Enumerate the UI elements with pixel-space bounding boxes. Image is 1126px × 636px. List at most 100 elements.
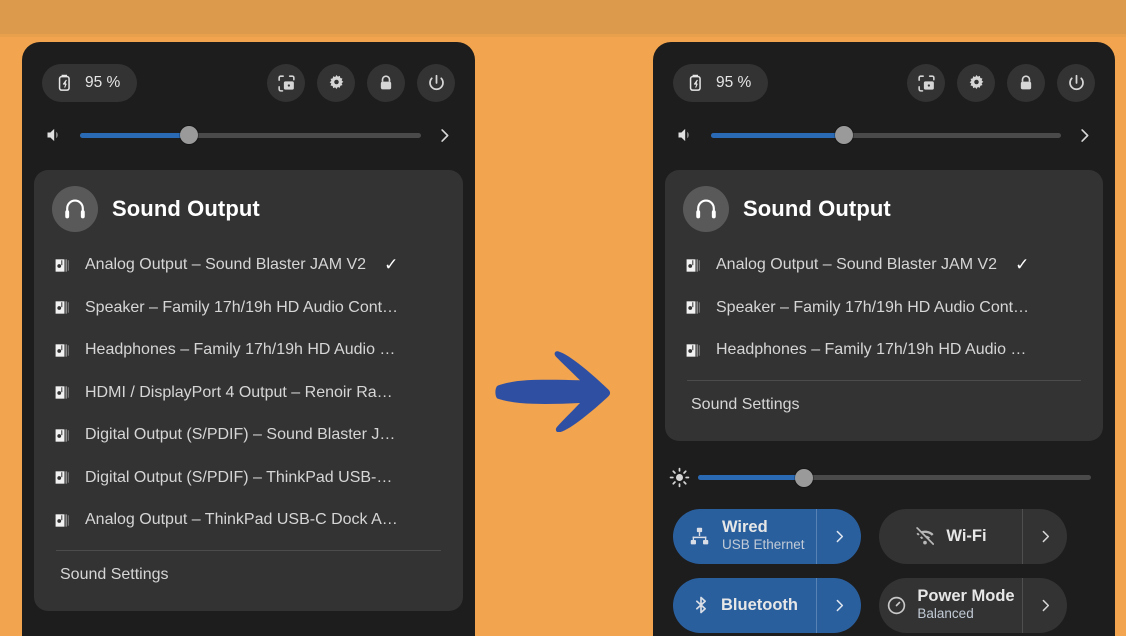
annotation-arrow (492, 340, 640, 433)
panel-header: 95 % (653, 42, 1115, 102)
screenshot-button[interactable] (267, 64, 305, 102)
system-top-bar (0, 0, 1126, 34)
tile-expand-button[interactable] (1022, 577, 1067, 633)
audio-port-icon (54, 256, 73, 275)
battery-percent-label: 95 % (716, 74, 752, 91)
tile-wired[interactable]: Wired USB Ethernet (673, 508, 861, 564)
panel-header-buttons (907, 64, 1095, 102)
quick-settings-panel-before: 95 % Sound Output Analog Output – Sound … (22, 42, 475, 636)
audio-port-icon (54, 511, 73, 530)
tile-text: Wi-Fi (946, 527, 986, 546)
tile-bluetooth[interactable]: Bluetooth (673, 577, 861, 633)
option-label: Analog Output – Sound Blaster JAM V2 (85, 256, 367, 274)
quick-settings-panel-after: 95 % Sound Output Analog Output – Sound … (653, 42, 1115, 636)
chevron-right-icon (831, 597, 848, 614)
sound-output-header: Sound Output (38, 186, 459, 232)
volume-slider[interactable] (711, 126, 1061, 144)
brightness-slider[interactable] (698, 468, 1091, 487)
volume-slider-knob[interactable] (180, 126, 199, 144)
tile-wifi[interactable]: Wi-Fi (879, 508, 1067, 564)
brightness-slider-knob[interactable] (795, 468, 814, 487)
list-item[interactable]: Analog Output – Sound Blaster JAM V2 ✓ (38, 244, 459, 287)
tile-text: Power Mode Balanced (917, 587, 1014, 622)
option-label: Headphones – Family 17h/19h HD Audio … (85, 341, 396, 359)
volume-slider-row[interactable] (22, 118, 475, 152)
tile-body[interactable]: Power Mode Balanced (879, 578, 1022, 633)
volume-icon[interactable] (38, 125, 72, 145)
tile-expand-button[interactable] (816, 577, 861, 633)
settings-button[interactable] (317, 64, 355, 102)
brightness-icon (669, 467, 690, 488)
sound-output-option-list: Analog Output – Sound Blaster JAM V2 ✓ S… (669, 244, 1099, 372)
tile-title: Power Mode (917, 587, 1015, 606)
list-item[interactable]: Analog Output – ThinkPad USB-C Dock A… (38, 499, 459, 542)
volume-slider[interactable] (80, 126, 421, 144)
panel-header-buttons (267, 64, 455, 102)
sound-output-title: Sound Output (112, 196, 260, 221)
tile-body[interactable]: Bluetooth (673, 578, 816, 633)
tile-subtitle: USB Ethernet (722, 537, 805, 553)
check-icon: ✓ (384, 255, 399, 275)
volume-icon[interactable] (669, 125, 703, 145)
chevron-right-icon[interactable] (429, 126, 459, 145)
battery-status-button[interactable]: 95 % (673, 64, 769, 102)
list-item[interactable]: Analog Output – Sound Blaster JAM V2 ✓ (669, 244, 1099, 287)
tile-expand-button[interactable] (816, 508, 861, 564)
check-icon: ✓ (1015, 255, 1030, 275)
bluetooth-icon (691, 595, 711, 615)
option-label: Analog Output – ThinkPad USB-C Dock A… (85, 511, 398, 529)
tile-subtitle: Balanced (917, 606, 974, 622)
sound-output-option-list: Analog Output – Sound Blaster JAM V2 ✓ S… (38, 244, 459, 542)
list-item[interactable]: Headphones – Family 17h/19h HD Audio … (669, 329, 1099, 372)
volume-slider-fill (80, 132, 190, 138)
list-item[interactable]: Speaker – Family 17h/19h HD Audio Cont… (669, 287, 1099, 330)
power-button[interactable] (1057, 64, 1095, 102)
list-item[interactable]: Speaker – Family 17h/19h HD Audio Cont… (38, 287, 459, 330)
lock-button[interactable] (367, 64, 405, 102)
screenshot-icon (916, 73, 937, 94)
chevron-right-icon (1037, 528, 1054, 545)
volume-slider-knob[interactable] (835, 126, 853, 144)
list-item[interactable]: Headphones – Family 17h/19h HD Audio … (38, 329, 459, 372)
power-button[interactable] (417, 64, 455, 102)
sound-output-card: Sound Output Analog Output – Sound Blast… (34, 170, 463, 611)
settings-button[interactable] (957, 64, 995, 102)
wifi-disabled-icon (914, 525, 936, 547)
sound-settings-button[interactable]: Sound Settings (38, 551, 459, 599)
chevron-right-icon (1037, 597, 1054, 614)
headphones-icon (693, 196, 719, 222)
quick-toggle-tiles: Wired USB Ethernet Wi-Fi Bluetooth Power… (653, 508, 1115, 633)
option-label: Headphones – Family 17h/19h HD Audio … (716, 341, 1027, 359)
volume-slider-row[interactable] (653, 118, 1115, 152)
gear-icon (966, 73, 987, 94)
option-label: HDMI / DisplayPort 4 Output – Renoir Ra… (85, 383, 393, 401)
list-item[interactable]: Digital Output (S/PDIF) – ThinkPad USB-… (38, 457, 459, 500)
power-mode-icon (886, 595, 907, 616)
option-label: Speaker – Family 17h/19h HD Audio Cont… (716, 298, 1030, 316)
audio-port-icon (54, 426, 73, 445)
wired-network-icon (689, 526, 710, 547)
chevron-right-icon (831, 528, 848, 545)
tile-title: Wired (722, 518, 768, 537)
list-item[interactable]: HDMI / DisplayPort 4 Output – Renoir Ra… (38, 372, 459, 415)
tile-power-mode[interactable]: Power Mode Balanced (879, 577, 1067, 633)
audio-port-icon (54, 341, 73, 360)
battery-status-button[interactable]: 95 % (42, 64, 138, 102)
option-label: Digital Output (S/PDIF) – Sound Blaster … (85, 426, 396, 444)
sound-settings-label: Sound Settings (60, 565, 169, 583)
screenshot-button[interactable] (907, 64, 945, 102)
chevron-right-icon[interactable] (1069, 126, 1099, 145)
list-item[interactable]: Digital Output (S/PDIF) – Sound Blaster … (38, 414, 459, 457)
sound-settings-button[interactable]: Sound Settings (669, 381, 1099, 429)
power-icon (426, 73, 447, 94)
gear-icon (326, 73, 347, 94)
brightness-slider-row[interactable] (653, 461, 1115, 495)
battery-charging-icon (56, 73, 75, 93)
lock-icon (376, 73, 396, 93)
tile-expand-button[interactable] (1022, 508, 1067, 564)
lock-button[interactable] (1007, 64, 1045, 102)
tile-body[interactable]: Wi-Fi (879, 509, 1022, 564)
tile-title: Bluetooth (721, 595, 798, 614)
tile-body[interactable]: Wired USB Ethernet (673, 509, 816, 564)
lock-icon (1016, 73, 1036, 93)
